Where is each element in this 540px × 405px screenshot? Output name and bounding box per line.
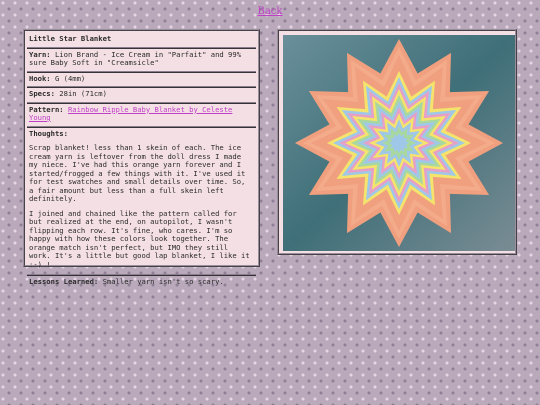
blanket-photo <box>283 35 515 251</box>
project-title: Little Star Blanket <box>29 34 112 43</box>
hook-value: G (4mm) <box>54 73 86 83</box>
thoughts-label: Thoughts: <box>29 128 68 138</box>
project-info-card: Little Star Blanket Yarn: Lion Brand - I… <box>23 29 260 286</box>
lessons-value: Smaller yarn isn't so scary. <box>102 277 224 286</box>
photo-frame <box>277 29 517 255</box>
thoughts-paragraph-2: I joined and chained like the pattern ca… <box>29 208 250 269</box>
thoughts-row: Thoughts: Scrap blanket! less than 1 ske… <box>27 128 256 276</box>
project-title-row: Little Star Blanket <box>27 33 256 49</box>
specs-label: Specs: <box>29 89 55 98</box>
back-link[interactable]: Back <box>0 6 540 17</box>
lessons-label: Lessons Learned: <box>29 277 99 286</box>
yarn-row: Yarn: Lion Brand - Ice Cream in "Parfait… <box>27 49 256 73</box>
lessons-row: Lessons Learned: Smaller yarn isn't so s… <box>27 276 256 290</box>
hook-row: Hook: G (4mm) <box>27 73 256 88</box>
thoughts-paragraph-1: Scrap blanket! less than 1 skein of each… <box>29 143 246 203</box>
specs-value: 28in (71cm) <box>59 89 107 98</box>
hook-label: Hook: <box>29 73 51 83</box>
specs-row: Specs: 28in (71cm) <box>27 88 256 104</box>
yarn-value: Lion Brand - Ice Cream in "Parfait" and … <box>29 49 242 67</box>
pattern-row: Pattern: Rainbow Ripple Baby Blanket by … <box>27 104 256 128</box>
